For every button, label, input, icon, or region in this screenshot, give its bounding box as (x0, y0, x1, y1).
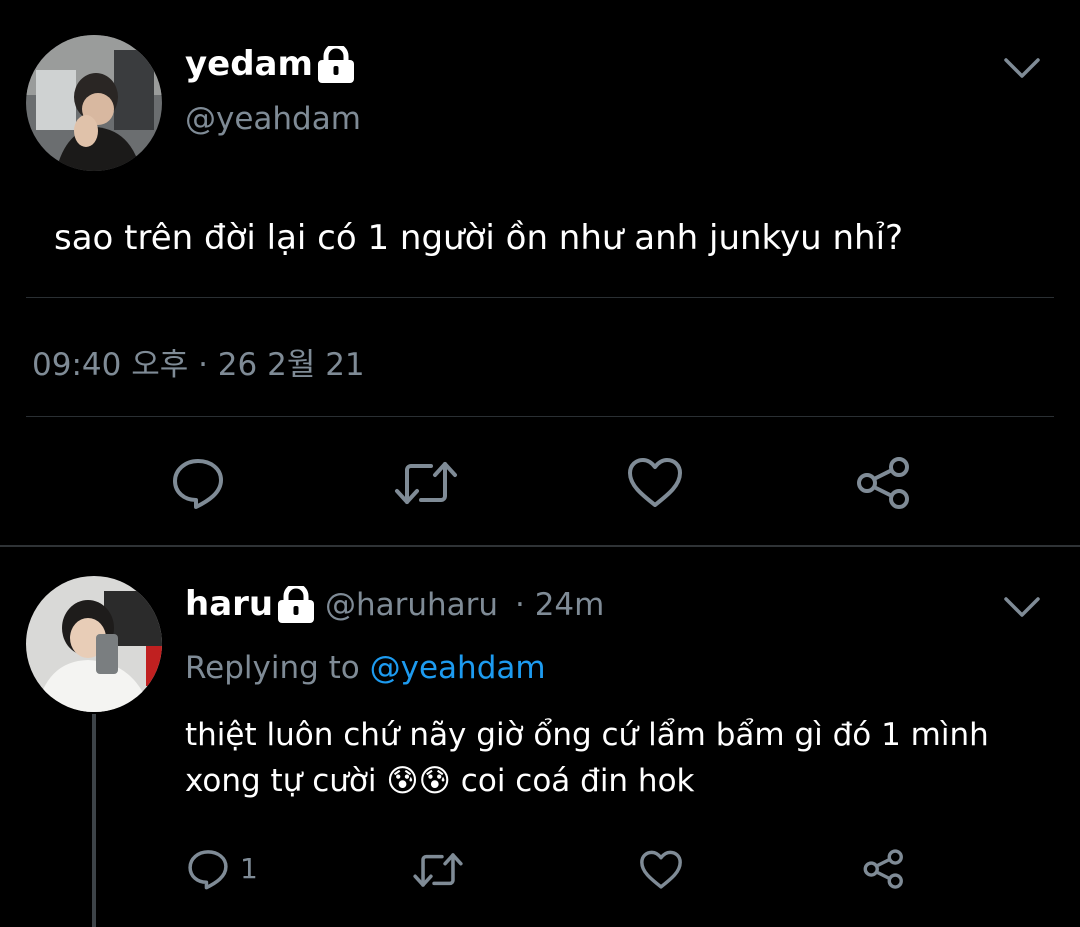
reply-count: 1 (240, 852, 258, 885)
tweet-text: sao trên đời lại có 1 người ồn như anh j… (54, 218, 904, 258)
reply-text: thiệt luôn chứ nãy giờ ổng cứ lẩm bẩm gì… (185, 717, 989, 799)
author-avatar[interactable] (26, 35, 162, 171)
like-icon[interactable] (625, 456, 685, 510)
reply-time: · 24m (515, 587, 605, 623)
section-divider (0, 545, 1080, 547)
author-name[interactable]: yedam (185, 44, 313, 84)
reply-author-name[interactable]: haru (185, 584, 273, 624)
share-icon[interactable] (855, 455, 913, 511)
replying-mention-link[interactable]: @yeahdam (370, 650, 546, 686)
chevron-down-icon[interactable] (1002, 594, 1042, 620)
replying-to: Replying to @yeahdam (185, 650, 546, 686)
author-handle[interactable]: @yeahdam (185, 101, 361, 137)
lock-icon (276, 583, 316, 628)
divider (26, 297, 1054, 298)
reply-author-handle[interactable]: @haruharu (325, 587, 498, 623)
retweet-icon[interactable] (412, 850, 464, 890)
retweet-icon[interactable] (393, 458, 459, 508)
divider (26, 416, 1054, 417)
reply-icon[interactable] (186, 848, 230, 890)
reply-icon[interactable] (170, 456, 226, 510)
tweet-timestamp: 09:40 오후 · 26 2월 21 (32, 347, 365, 383)
replying-prefix: Replying to (185, 650, 360, 686)
reply-author-avatar[interactable] (26, 576, 162, 712)
lock-icon (316, 43, 356, 88)
like-icon[interactable] (638, 849, 684, 891)
thread-line (92, 714, 96, 927)
share-icon[interactable] (862, 848, 906, 890)
chevron-down-icon[interactable] (1002, 55, 1042, 81)
